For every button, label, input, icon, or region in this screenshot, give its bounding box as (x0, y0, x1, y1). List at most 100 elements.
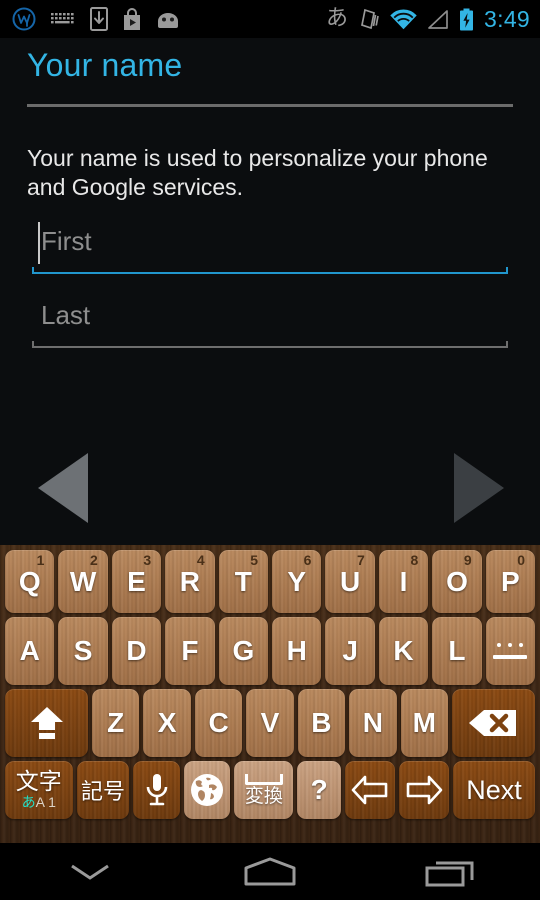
key-r[interactable]: 4 R (165, 550, 215, 613)
key-i[interactable]: 8 I (378, 550, 429, 613)
shift-key[interactable] (5, 689, 88, 757)
key-y[interactable]: 6 Y (272, 550, 322, 613)
chevron-down-icon (71, 864, 109, 880)
status-bar: あ 3:49 (0, 0, 540, 38)
key-k[interactable]: K (378, 617, 429, 685)
play-store-icon (122, 7, 142, 31)
keyboard-row-3: Z X C V B N M (0, 685, 540, 757)
key-c[interactable]: C (194, 689, 243, 757)
question-key[interactable]: ? (297, 761, 341, 819)
key-p-number: 0 (517, 552, 526, 568)
key-w-label: W (69, 565, 97, 597)
key-h-label: H (286, 635, 307, 666)
page-title: Your name (27, 47, 183, 83)
mic-key[interactable] (133, 761, 180, 819)
android-robot-icon (156, 11, 180, 28)
key-i-label: I (399, 565, 408, 597)
keyboard-row-2: A S D F G H J K L (0, 613, 540, 685)
key-n[interactable]: N (349, 689, 397, 757)
key-a-label: A (19, 635, 40, 666)
convert-key-label: 変換 (244, 785, 283, 807)
status-bar-system-icons: あ 3:49 (326, 6, 530, 33)
key-f[interactable]: F (165, 617, 215, 685)
symbol-key-label: 記号 (80, 780, 125, 805)
microphone-icon (146, 774, 167, 806)
convert-key[interactable]: 変換 (234, 761, 294, 819)
home-button[interactable] (210, 843, 330, 900)
key-t[interactable]: 5 T (218, 550, 269, 613)
back-arrow[interactable] (34, 450, 92, 526)
page-description: Your name is used to personalize your ph… (27, 145, 488, 200)
key-m[interactable]: M (400, 689, 448, 757)
key-q-label: Q (18, 565, 41, 597)
key-g-label: G (232, 635, 255, 666)
android-screen: あ 3:49 Your name Your name is used to pe… (0, 0, 540, 900)
key-h[interactable]: H (272, 617, 322, 685)
wifi-icon (390, 9, 417, 30)
last-name-input[interactable]: Last (32, 292, 508, 348)
input-mode-hiragana: あ (21, 794, 36, 811)
key-u[interactable]: 7 U (325, 550, 375, 613)
language-switch-key[interactable] (183, 761, 231, 819)
key-y-label: Y (287, 565, 307, 597)
key-d[interactable]: D (111, 617, 162, 685)
key-t-label: T (234, 565, 252, 597)
symbol-key[interactable]: 記号 (76, 761, 130, 819)
key-x[interactable]: X (143, 689, 191, 757)
backspace-icon (469, 710, 517, 736)
whatsapp-logo-icon (12, 7, 36, 31)
shift-arrow-icon (30, 707, 63, 739)
vibrate-icon (358, 7, 380, 31)
title-divider (27, 104, 513, 107)
home-icon (244, 857, 296, 885)
key-f-label: F (181, 635, 199, 666)
key-e-label: E (127, 565, 146, 597)
key-o[interactable]: 9 O (432, 550, 482, 613)
ellipsis-dash-key[interactable] (485, 617, 536, 685)
input-mode-alpha-num: A 1 (35, 793, 56, 810)
first-name-placeholder: First (41, 226, 92, 256)
next-arrow[interactable] (450, 450, 508, 526)
input-mode-key[interactable]: 文字 あA 1 (5, 761, 73, 819)
key-b-label: B (311, 707, 332, 738)
key-w-number: 2 (90, 552, 98, 568)
next-key[interactable]: Next (453, 761, 535, 819)
recent-apps-button[interactable] (390, 843, 510, 900)
arrow-left-icon (351, 775, 388, 805)
key-u-label: U (340, 565, 361, 597)
cursor-left-key[interactable] (344, 761, 395, 819)
key-s[interactable]: S (58, 617, 108, 685)
key-z[interactable]: Z (92, 689, 140, 757)
backspace-key[interactable] (451, 689, 535, 757)
key-e[interactable]: 3 E (111, 550, 162, 613)
key-j[interactable]: J (325, 617, 375, 685)
key-e-number: 3 (143, 552, 152, 568)
key-v[interactable]: V (246, 689, 294, 757)
cursor-right-key[interactable] (398, 761, 450, 819)
download-to-device-icon (90, 7, 108, 31)
hide-keyboard-button[interactable] (30, 843, 150, 900)
key-v-label: V (260, 707, 280, 738)
key-t-number: 5 (250, 552, 259, 568)
key-x-label: X (157, 707, 177, 738)
key-q[interactable]: 1 Q (5, 550, 55, 613)
key-i-number: 8 (410, 552, 419, 568)
dash-icon (493, 655, 528, 659)
key-p[interactable]: 0 P (485, 550, 536, 613)
key-a[interactable]: A (5, 617, 55, 685)
arrow-right-icon (406, 775, 443, 805)
globe-icon (191, 774, 224, 806)
text-caret (38, 222, 40, 264)
key-w[interactable]: 2 W (58, 550, 108, 613)
convert-bracket-icon (244, 774, 283, 785)
key-q-number: 1 (36, 552, 45, 568)
keyboard-row-1: 1 Q 2 W 3 E 4 R 5 T 6 Y 7 U 8 I 9 O 0 P (0, 545, 540, 613)
key-c-label: C (208, 707, 229, 738)
key-l-label: L (448, 635, 466, 666)
key-z-label: Z (107, 707, 125, 738)
key-g[interactable]: G (218, 617, 269, 685)
first-name-input[interactable]: First (32, 218, 508, 274)
key-b[interactable]: B (297, 689, 346, 757)
soft-keyboard: 1 Q 2 W 3 E 4 R 5 T 6 Y 7 U 8 I 9 O 0 P … (0, 545, 540, 843)
key-l[interactable]: L (432, 617, 482, 685)
